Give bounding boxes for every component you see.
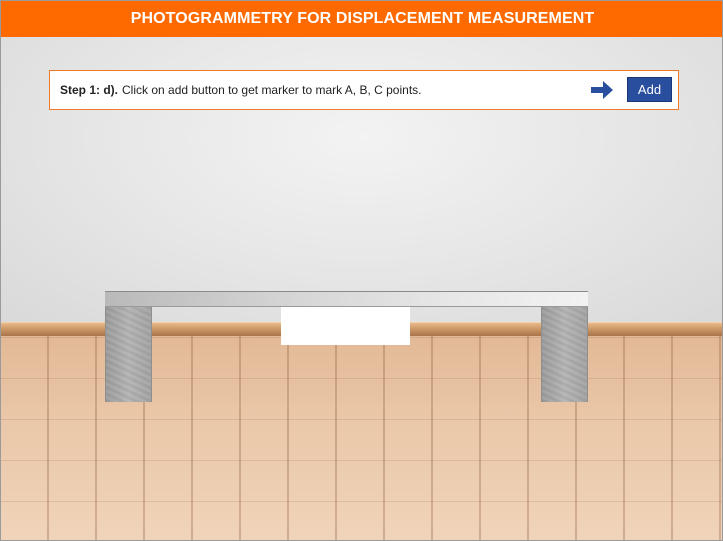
- instruction-text: Click on add button to get marker to mar…: [122, 83, 422, 97]
- page-title: PHOTOGRAMMETRY FOR DISPLACEMENT MEASUREM…: [1, 1, 722, 37]
- instruction-panel: Step 1: d). Click on add button to get m…: [49, 70, 679, 110]
- beam: [105, 291, 588, 307]
- step-label: Step 1: d).: [60, 83, 119, 97]
- app-frame: PHOTOGRAMMETRY FOR DISPLACEMENT MEASUREM…: [0, 0, 723, 541]
- left-support: [105, 307, 152, 402]
- arrow-right-icon: [591, 81, 613, 99]
- add-button[interactable]: Add: [627, 77, 672, 102]
- right-support: [541, 307, 588, 402]
- white-placeholder: [281, 307, 410, 345]
- page-title-text: PHOTOGRAMMETRY FOR DISPLACEMENT MEASUREM…: [130, 10, 595, 27]
- add-button-label: Add: [637, 82, 662, 97]
